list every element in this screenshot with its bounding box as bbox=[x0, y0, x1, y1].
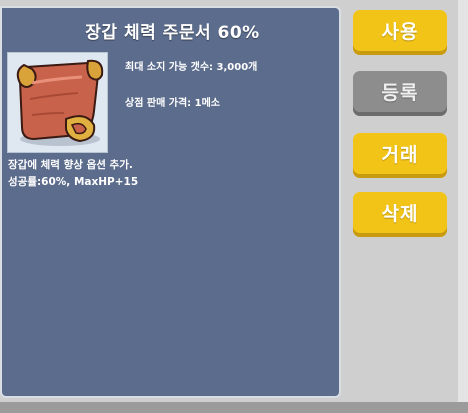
shop-sell-price: 상점 판매 가격: 1메소 bbox=[125, 98, 221, 109]
max-hold-count: 최대 소지 가능 갯수: 3,000개 bbox=[125, 62, 258, 73]
trade-button[interactable]: 거래 bbox=[353, 133, 447, 178]
register-button[interactable]: 등록 bbox=[353, 71, 447, 116]
item-description: 장갑에 체력 향상 옵션 추가. bbox=[8, 159, 133, 171]
item-stats: 성공률:60%, MaxHP+15 bbox=[8, 176, 139, 188]
item-title: 장갑 체력 주문서 60% bbox=[85, 23, 260, 43]
item-info-panel: 장갑 체력 주문서 60% 최대 소지 가능 갯수: 3,000개 상점 판매 … bbox=[0, 6, 341, 398]
use-button[interactable]: 사용 bbox=[353, 10, 447, 55]
scroll-icon bbox=[16, 59, 104, 146]
window-frame-bottom bbox=[0, 402, 468, 413]
item-icon-frame bbox=[7, 52, 108, 153]
delete-button[interactable]: 삭제 bbox=[353, 192, 447, 237]
window-frame-right bbox=[458, 0, 468, 413]
